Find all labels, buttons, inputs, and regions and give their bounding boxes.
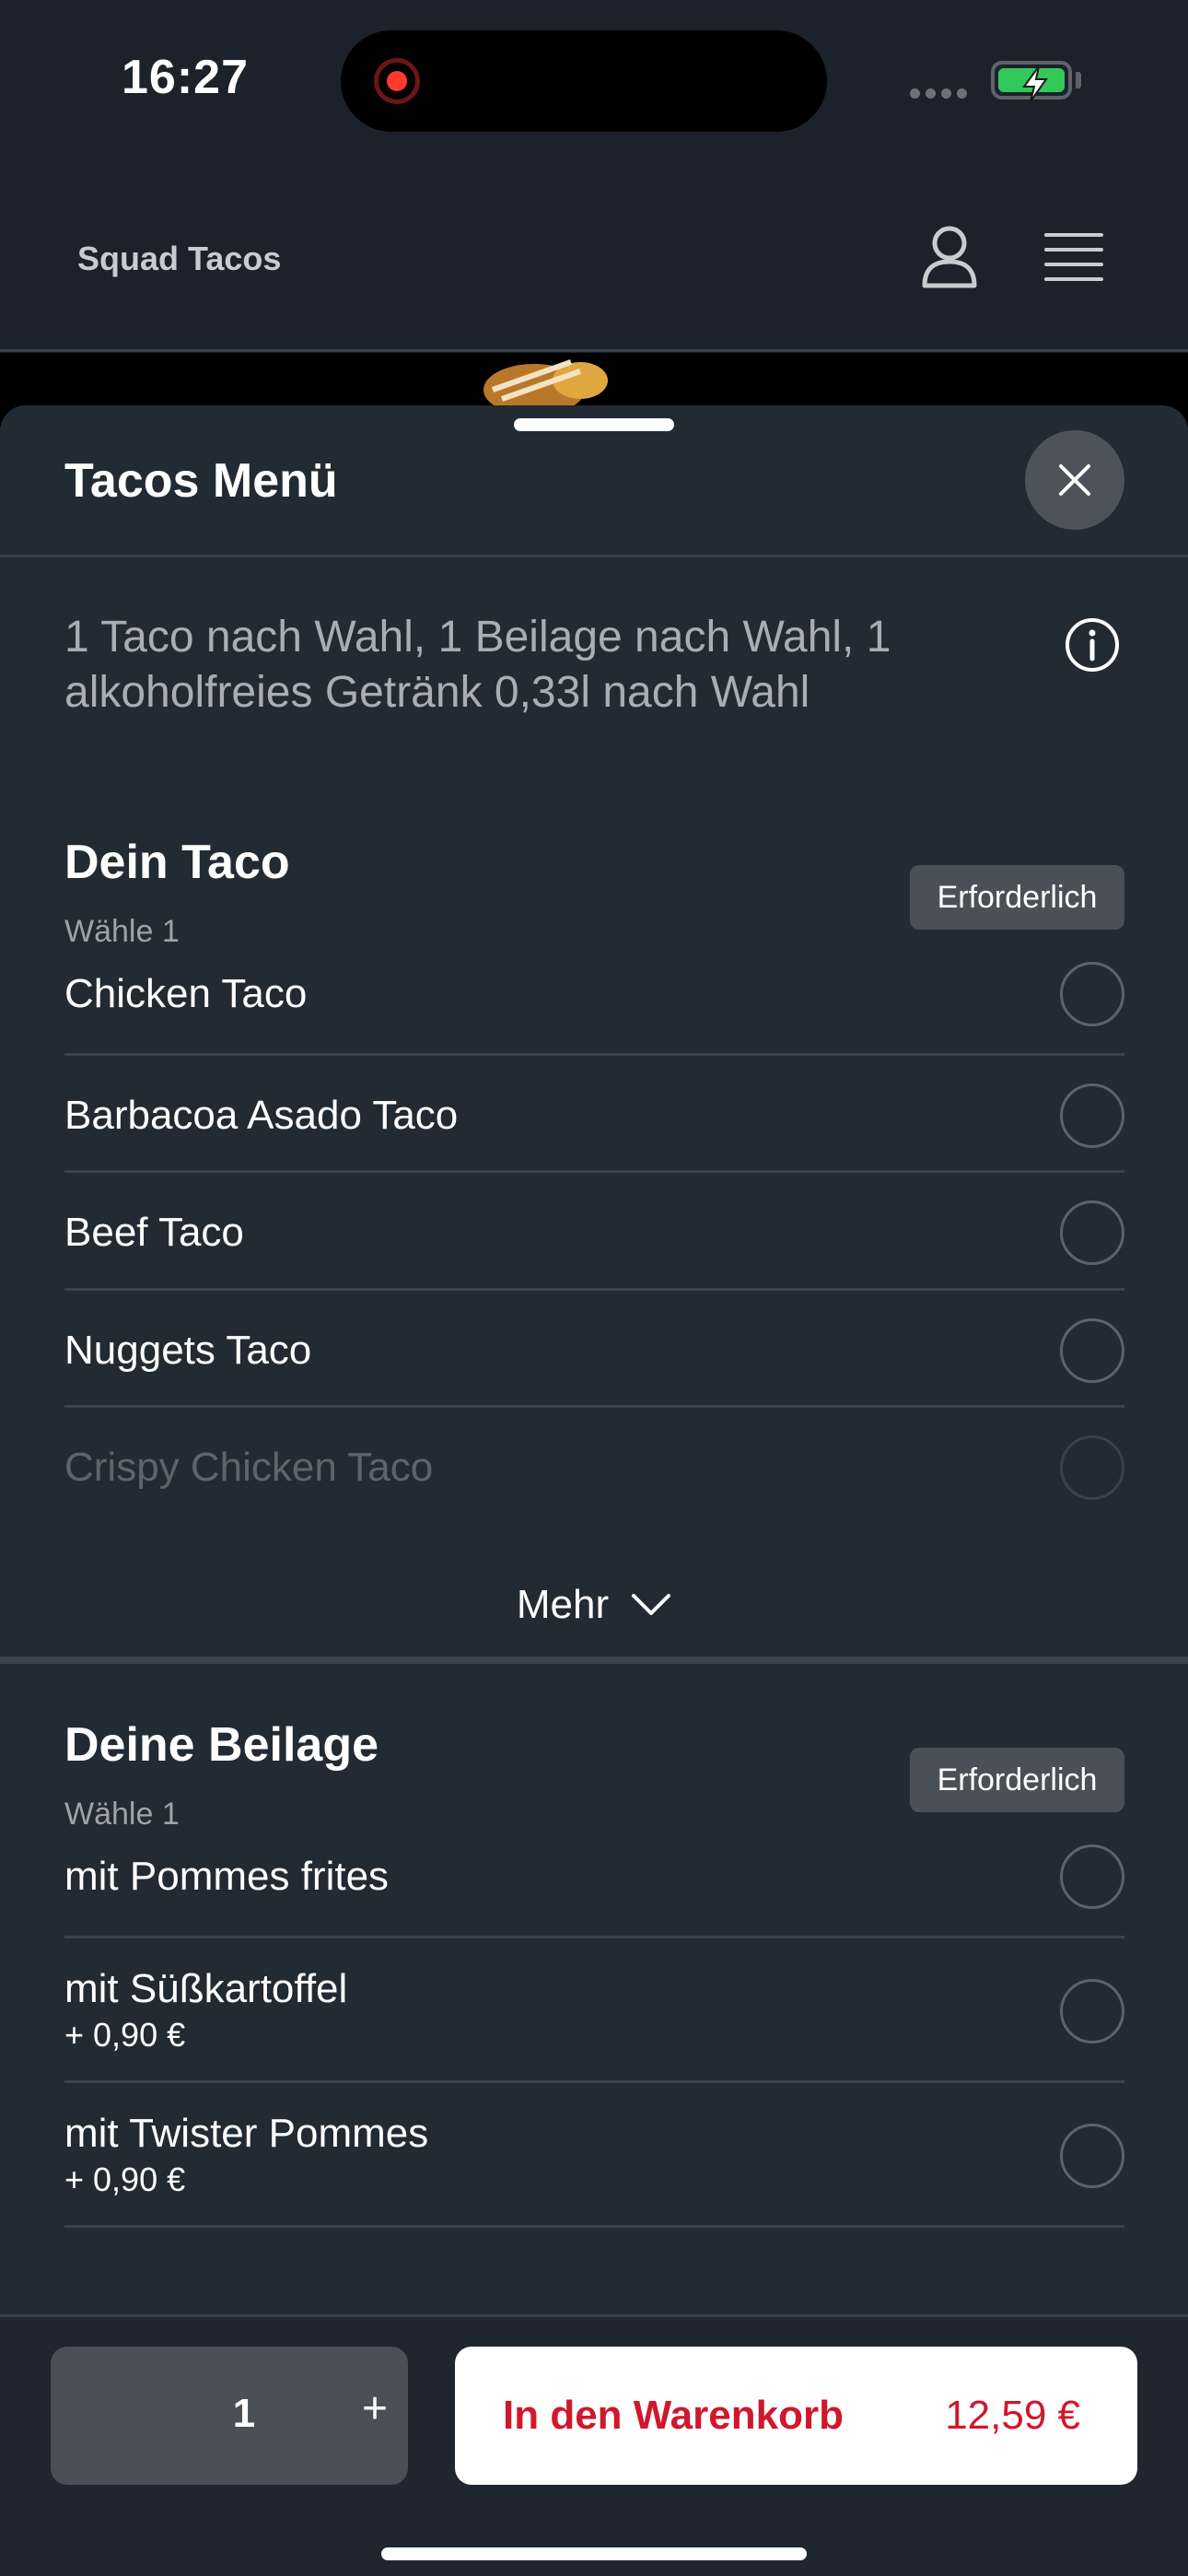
sheet-title: Tacos Menü (64, 454, 338, 508)
quantity-stepper[interactable]: 1 + (51, 2347, 408, 2485)
option-chicken-taco[interactable]: Chicken Taco (64, 927, 1124, 1056)
required-badge: Erforderlich (910, 865, 1124, 930)
battery-charging-icon (991, 61, 1072, 102)
show-more-button[interactable]: Mehr (0, 1568, 1188, 1642)
option-barbacoa-asado-taco[interactable]: Barbacoa Asado Taco (64, 1056, 1124, 1173)
option-twister-pommes[interactable]: mit Twister Pommes + 0,90 € (64, 2083, 1124, 2228)
user-account-icon[interactable] (921, 225, 978, 289)
hamburger-menu-icon[interactable] (1044, 232, 1103, 282)
increase-quantity-button[interactable]: + (362, 2383, 388, 2434)
radio-button[interactable] (1060, 1979, 1124, 2043)
divider (0, 555, 1188, 557)
option-suesskartoffel[interactable]: mit Süßkartoffel + 0,90 € (64, 1938, 1124, 2083)
app-header: Squad Tacos (0, 157, 1188, 352)
radio-button[interactable] (1060, 1435, 1124, 1500)
option-price: + 0,90 € (64, 2160, 186, 2198)
cellular-signal-icon (910, 88, 967, 99)
option-label: Barbacoa Asado Taco (64, 1093, 459, 1138)
close-icon (1059, 464, 1090, 496)
brand-name[interactable]: Squad Tacos (77, 240, 281, 278)
option-label: mit Süßkartoffel (64, 1966, 348, 2011)
status-bar: 16:27 (0, 0, 1188, 157)
option-crispy-chicken-taco[interactable]: Crispy Chicken Taco (64, 1408, 1124, 1518)
option-nuggets-taco[interactable]: Nuggets Taco (64, 1291, 1124, 1408)
required-badge: Erforderlich (910, 1748, 1124, 1812)
dynamic-island (341, 30, 827, 132)
option-beef-taco[interactable]: Beef Taco (64, 1173, 1124, 1291)
cart-price: 12,59 € (945, 2393, 1080, 2438)
recording-indicator-icon (374, 58, 420, 104)
bottom-action-bar: 1 + In den Warenkorb 12,59 € (0, 2314, 1188, 2576)
radio-button[interactable] (1060, 2124, 1124, 2188)
radio-button[interactable] (1060, 962, 1124, 1026)
radio-button[interactable] (1060, 1844, 1124, 1909)
add-to-cart-label: In den Warenkorb (503, 2393, 844, 2438)
close-button[interactable] (1025, 430, 1124, 530)
battery-tip (1076, 72, 1081, 88)
quantity-value: 1 (232, 2391, 256, 2436)
section-title-side: Deine Beilage (64, 1718, 379, 1772)
option-price: + 0,90 € (64, 2016, 186, 2054)
home-indicator[interactable] (381, 2547, 807, 2560)
add-to-cart-button[interactable]: In den Warenkorb 12,59 € (455, 2347, 1137, 2485)
option-label: Beef Taco (64, 1210, 244, 1255)
section-separator (0, 1657, 1188, 1664)
option-label: Nuggets Taco (64, 1328, 312, 1373)
product-description: 1 Taco nach Wahl, 1 Beilage nach Wahl, 1… (64, 613, 891, 717)
show-more-label: Mehr (516, 1582, 610, 1627)
option-label: mit Twister Pommes (64, 2111, 429, 2156)
radio-button[interactable] (1060, 1083, 1124, 1148)
radio-button[interactable] (1060, 1200, 1124, 1265)
option-label: mit Pommes frites (64, 1854, 390, 1899)
product-options-sheet: Tacos Menü 1 Taco nach Wahl, 1 Beilage n… (0, 405, 1188, 2576)
section-title-taco: Dein Taco (64, 836, 290, 889)
status-time: 16:27 (122, 51, 249, 104)
radio-button[interactable] (1060, 1318, 1124, 1383)
option-label: Crispy Chicken Taco (64, 1445, 434, 1490)
info-icon[interactable] (1065, 617, 1120, 673)
sheet-grabber[interactable] (514, 418, 674, 431)
option-pommes-frites[interactable]: mit Pommes frites (64, 1809, 1124, 1938)
chevron-down-icon (632, 1594, 671, 1615)
option-label: Chicken Taco (64, 971, 308, 1016)
